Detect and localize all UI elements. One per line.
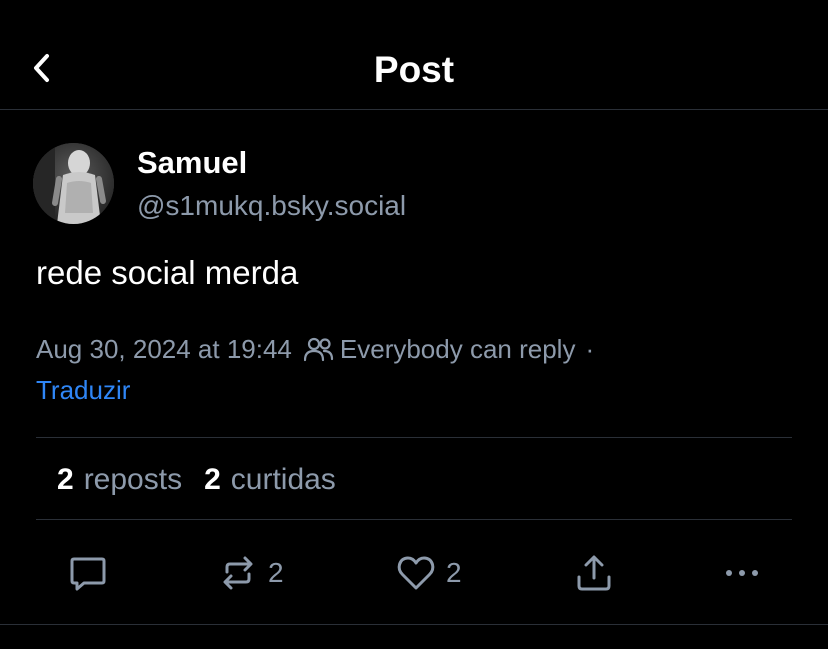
divider — [36, 519, 792, 520]
reposts-count: 2 — [57, 463, 74, 496]
reply-setting[interactable]: Everybody can reply — [340, 334, 576, 365]
separator-dot: · — [585, 333, 595, 364]
likes-count: 2 — [204, 463, 221, 496]
author-name[interactable]: Samuel — [137, 144, 247, 182]
share-icon — [577, 555, 611, 591]
engagement-stats: 2 reposts 2 curtidas — [57, 461, 336, 499]
page-title: Post — [373, 49, 455, 90]
translate-link[interactable]: Traduzir — [36, 373, 130, 407]
repost-icon — [223, 556, 253, 590]
like-count: 2 — [446, 557, 462, 588]
likes-label: curtidas — [230, 463, 336, 496]
reposts-stat[interactable]: 2 reposts — [57, 461, 182, 499]
reply-button[interactable] — [68, 552, 108, 594]
avatar-image — [33, 143, 114, 224]
post-text: rede social merda — [36, 254, 299, 291]
comment-icon — [70, 557, 106, 591]
like-button[interactable]: 2 — [396, 552, 462, 594]
people-icon — [303, 336, 334, 362]
avatar[interactable] — [33, 143, 114, 224]
post-meta: Aug 30, 2024 at 19:44 Everybody can repl… — [36, 331, 594, 367]
share-button[interactable] — [574, 552, 614, 594]
author-handle[interactable]: @s1mukq.bsky.social — [137, 189, 406, 223]
top-bar: Post — [0, 0, 828, 110]
more-dots-icon — [726, 570, 758, 576]
repost-count: 2 — [268, 557, 284, 588]
likes-stat[interactable]: 2 curtidas — [204, 461, 336, 499]
bottom-divider — [0, 624, 828, 625]
more-options-button[interactable] — [722, 552, 762, 594]
reposts-label: reposts — [83, 463, 183, 496]
divider — [36, 437, 792, 438]
post-timestamp: Aug 30, 2024 at 19:44 — [36, 333, 292, 364]
heart-icon — [397, 556, 435, 590]
repost-button[interactable]: 2 — [218, 552, 284, 594]
